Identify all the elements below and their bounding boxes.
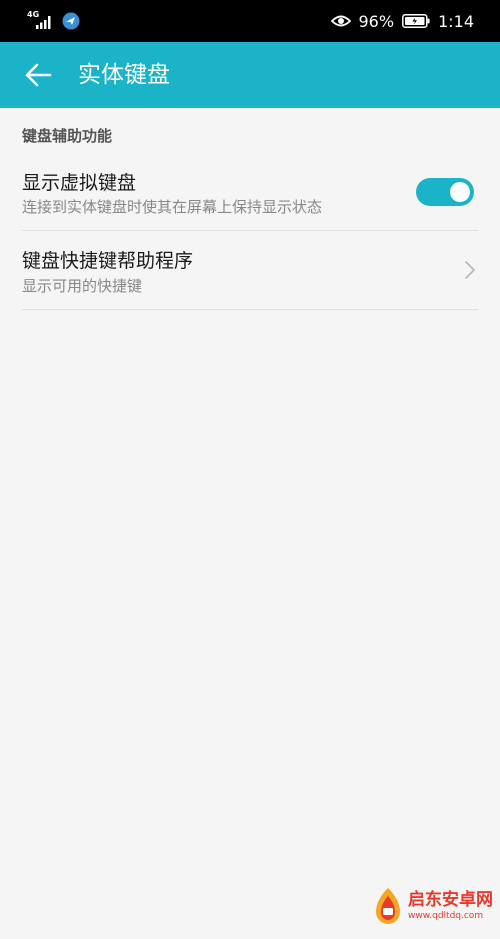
chevron-right-icon <box>465 261 475 279</box>
app-bar: 实体键盘 <box>0 42 500 108</box>
watermark-url: www.qdltdq.com <box>408 911 484 921</box>
watermark-brand: 启东安卓网 <box>408 890 493 910</box>
app-notification-icon <box>62 12 80 30</box>
watermark-logo-icon <box>376 888 400 924</box>
setting-show-virtual-keyboard[interactable]: 显示虚拟键盘 连接到实体键盘时使其在屏幕上保持显示状态 <box>22 154 478 231</box>
arrow-left-icon <box>25 63 52 87</box>
setting-shortcut-helper[interactable]: 键盘快捷键帮助程序 显示可用的快捷键 <box>22 232 478 310</box>
setting-subtitle: 显示可用的快捷键 <box>22 277 143 295</box>
signal-icon <box>36 16 51 29</box>
section-header: 键盘辅助功能 <box>22 127 113 145</box>
virtual-keyboard-toggle[interactable] <box>416 178 474 206</box>
setting-title: 显示虚拟键盘 <box>22 172 137 194</box>
status-right-group: 96% 1:14 <box>330 0 474 42</box>
back-button[interactable] <box>16 55 60 95</box>
toggle-knob <box>450 182 470 202</box>
eye-icon <box>330 15 351 27</box>
battery-percent: 96% <box>358 11 395 31</box>
watermark-text: 启东安卓网 www.qdltdq.com <box>408 890 493 922</box>
battery-icon <box>402 14 430 28</box>
status-left-group: 4G <box>26 10 80 32</box>
setting-title: 键盘快捷键帮助程序 <box>22 250 194 272</box>
status-time: 1:14 <box>438 11 474 31</box>
status-bar: 4G 96% 1:14 <box>0 0 500 42</box>
signal-indicator: 4G <box>26 10 54 32</box>
setting-subtitle: 连接到实体键盘时使其在屏幕上保持显示状态 <box>22 198 323 216</box>
page-title: 实体键盘 <box>78 62 170 88</box>
watermark: 启东安卓网 www.qdltdq.com <box>372 876 498 936</box>
